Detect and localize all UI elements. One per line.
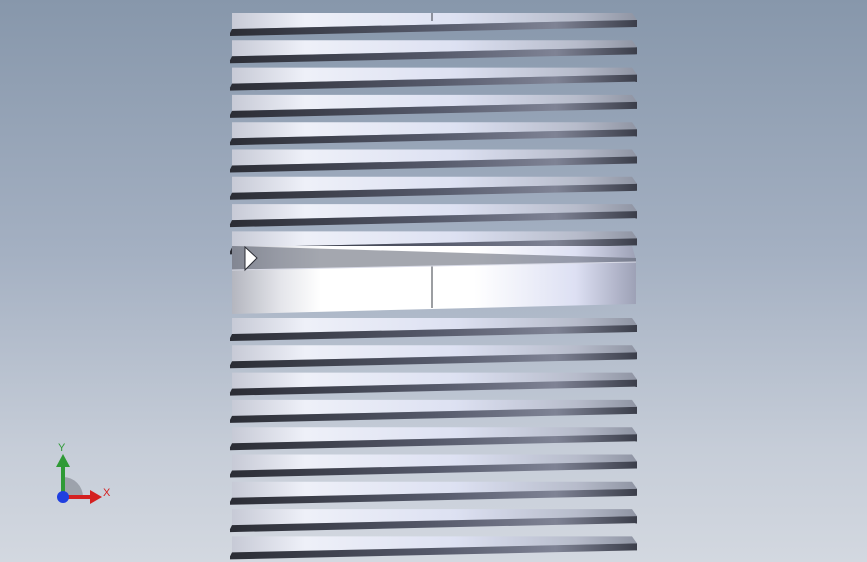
x-axis-arrowhead [90,490,102,504]
upper-thread-section [230,13,637,255]
y-axis-arrowhead [56,454,70,467]
center-band [231,246,637,314]
threaded-nipple-part[interactable] [230,13,637,560]
y-axis-label: Y [58,442,66,454]
graphics-viewport[interactable] [0,0,867,562]
orientation-triad: Y X [50,440,120,510]
z-axis-dot [57,491,69,503]
x-axis-label: X [103,487,111,499]
lower-thread-section [230,318,637,560]
